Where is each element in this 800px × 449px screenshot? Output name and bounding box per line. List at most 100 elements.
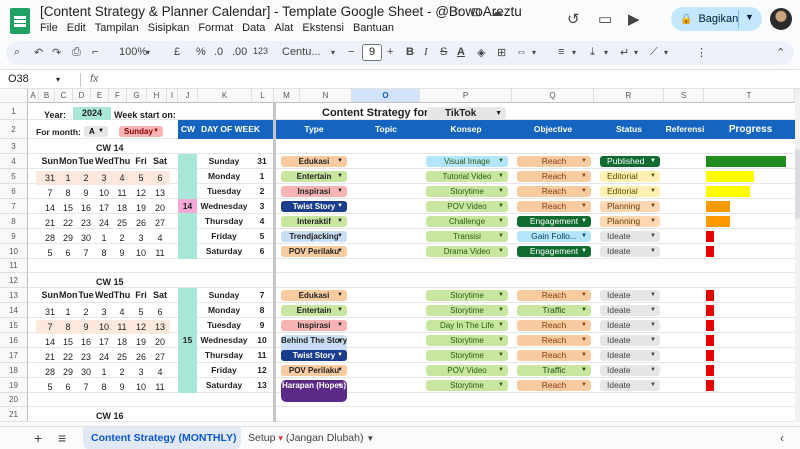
text-rotation-icon[interactable]: ⟋ xyxy=(650,46,658,59)
currency-button[interactable]: £ xyxy=(174,46,180,58)
calendar-day[interactable]: 16 xyxy=(77,335,95,349)
search-menus-icon[interactable]: ⌕ xyxy=(14,46,20,59)
font-size-increase-icon[interactable]: + xyxy=(387,46,393,58)
konsep-select[interactable]: Visual Image ▼ xyxy=(426,156,508,167)
status-select[interactable]: Editorial ▼ xyxy=(600,186,660,197)
status-select[interactable]: Ideate ▼ xyxy=(600,305,660,316)
calendar-day[interactable]: 24 xyxy=(95,216,113,230)
calendar-day[interactable]: 17 xyxy=(95,201,113,215)
column-header-f[interactable]: F xyxy=(109,89,127,103)
konsep-select[interactable]: POV Video ▼ xyxy=(426,201,508,212)
column-header-o[interactable]: O xyxy=(352,89,420,103)
konsep-select[interactable]: Storytime ▼ xyxy=(426,290,508,301)
column-header-p[interactable]: P xyxy=(420,89,512,103)
chevron-down-icon[interactable]: ▾ xyxy=(664,48,668,57)
konsep-select[interactable]: Storytime ▼ xyxy=(426,186,508,197)
select-all-corner[interactable] xyxy=(0,89,28,103)
type-select[interactable]: POV Perilaku ▼ xyxy=(281,246,347,257)
objective-select[interactable]: Reach ▼ xyxy=(517,201,591,212)
calendar-day[interactable]: 8 xyxy=(95,380,113,394)
redo-icon[interactable]: ↷ xyxy=(52,46,61,59)
status-select[interactable]: Planning ▼ xyxy=(600,201,660,212)
objective-select[interactable]: Reach ▼ xyxy=(517,320,591,331)
konsep-select[interactable]: Tutorial Video ▼ xyxy=(426,171,508,182)
chevron-down-icon[interactable]: ▾ xyxy=(56,75,60,84)
status-select[interactable]: Ideate ▼ xyxy=(600,365,660,376)
chevron-down-icon[interactable]: ▾ xyxy=(572,48,576,57)
row-header[interactable]: 20 xyxy=(0,393,28,407)
font-select[interactable]: Centu... xyxy=(282,46,321,58)
font-size-input[interactable]: 9 xyxy=(362,44,382,61)
calendar-day[interactable]: 27 xyxy=(151,350,169,364)
chevron-up-icon[interactable]: ⌃ xyxy=(776,46,785,59)
bold-icon[interactable]: B xyxy=(406,46,414,58)
row-header[interactable]: 16 xyxy=(0,333,28,348)
calendar-day[interactable]: 16 xyxy=(77,201,95,215)
calendar-day[interactable]: 7 xyxy=(77,380,95,394)
calendar-day[interactable]: 28 xyxy=(41,365,59,379)
type-select[interactable]: POV Perilaku ▼ xyxy=(281,365,347,376)
calendar-day[interactable]: 5 xyxy=(41,380,59,394)
calendar-day[interactable]: 14 xyxy=(41,201,59,215)
objective-select[interactable]: Reach ▼ xyxy=(517,290,591,301)
collapse-icon[interactable]: ‹ xyxy=(780,431,784,445)
calendar-day[interactable]: 5 xyxy=(132,305,150,319)
calendar-day[interactable]: 9 xyxy=(113,246,131,260)
number-format-button[interactable]: 123 xyxy=(253,46,268,56)
calendar-day[interactable]: 6 xyxy=(59,380,77,394)
calendar-day[interactable]: 11 xyxy=(113,186,131,200)
type-select[interactable]: Entertain ▼ xyxy=(281,305,347,316)
star-icon[interactable]: ☆ xyxy=(452,5,463,19)
calendar-day[interactable]: 7 xyxy=(41,320,59,334)
undo-icon[interactable]: ↶ xyxy=(34,46,43,59)
calendar-day[interactable]: 18 xyxy=(113,201,131,215)
konsep-select[interactable]: Challenge ▼ xyxy=(426,216,508,227)
menu-item-format[interactable]: Format xyxy=(198,22,233,34)
calendar-day[interactable]: 20 xyxy=(151,335,169,349)
document-title[interactable]: [Content Strategy & Planner Calendar] - … xyxy=(40,4,522,19)
calendar-day[interactable]: 9 xyxy=(113,380,131,394)
calendar-day[interactable]: 13 xyxy=(151,186,169,200)
chevron-down-icon[interactable]: ▾ xyxy=(604,48,608,57)
calendar-day[interactable]: 19 xyxy=(132,201,150,215)
paint-format-icon[interactable]: ⌐ xyxy=(92,46,98,58)
status-select[interactable]: Ideate ▼ xyxy=(600,231,660,242)
calendar-day[interactable]: 30 xyxy=(77,365,95,379)
frozen-column-divider[interactable] xyxy=(273,103,276,422)
column-header-h[interactable]: H xyxy=(147,89,167,103)
start-day-select[interactable]: Sunday ▼ xyxy=(119,126,163,137)
calendar-day[interactable]: 8 xyxy=(59,320,77,334)
cloud-status-icon[interactable]: ☁ xyxy=(491,5,503,19)
text-wrap-icon[interactable]: ↵ xyxy=(620,46,629,59)
calendar-day[interactable]: 24 xyxy=(95,350,113,364)
column-header-d[interactable]: D xyxy=(73,89,91,103)
row-header[interactable]: 14 xyxy=(0,303,28,318)
row-header[interactable]: 6 xyxy=(0,184,28,199)
objective-select[interactable]: Reach ▼ xyxy=(517,156,591,167)
comments-icon[interactable]: ▭ xyxy=(598,10,612,28)
font-size-decrease-icon[interactable]: − xyxy=(348,46,354,58)
row-header[interactable]: 21 xyxy=(0,407,28,422)
column-header-q[interactable]: Q xyxy=(512,89,594,103)
menu-item-sisipkan[interactable]: Sisipkan xyxy=(148,22,190,34)
calendar-day[interactable]: 21 xyxy=(41,350,59,364)
calendar-day[interactable]: 13 xyxy=(151,320,169,334)
row-header[interactable]: 8 xyxy=(0,214,28,229)
calendar-day[interactable]: 3 xyxy=(95,305,113,319)
calendar-day[interactable]: 14 xyxy=(41,335,59,349)
calendar-day[interactable]: 30 xyxy=(77,231,95,245)
konsep-select[interactable]: Day In The Life ▼ xyxy=(426,320,508,331)
calendar-day[interactable]: 9 xyxy=(77,320,95,334)
objective-select[interactable]: Traffic ▼ xyxy=(517,365,591,376)
calendar-day[interactable]: 19 xyxy=(132,335,150,349)
calendar-day[interactable]: 15 xyxy=(59,335,77,349)
tab-content-strategy[interactable]: Content Strategy (MONTHLY) ▼ xyxy=(83,427,241,449)
row-header[interactable]: 18 xyxy=(0,363,28,378)
menu-item-data[interactable]: Data xyxy=(242,22,265,34)
calendar-day[interactable]: 10 xyxy=(95,320,113,334)
row-header[interactable]: 9 xyxy=(0,229,28,244)
more-options-icon[interactable]: ⋮ xyxy=(696,46,707,59)
status-select[interactable]: Ideate ▼ xyxy=(600,320,660,331)
calendar-day[interactable]: 22 xyxy=(59,216,77,230)
meet-icon[interactable]: ▶ xyxy=(628,10,640,28)
